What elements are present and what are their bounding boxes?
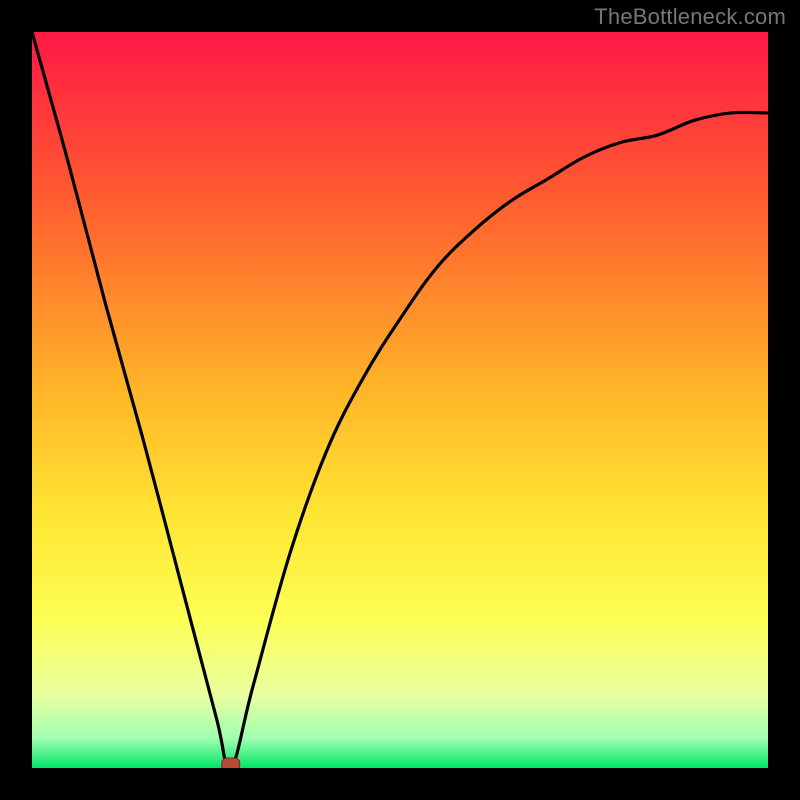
min-marker — [222, 758, 240, 768]
watermark-text: TheBottleneck.com — [594, 4, 786, 30]
gradient-background — [32, 32, 768, 768]
plot-area — [32, 32, 768, 768]
bottleneck-chart — [32, 32, 768, 768]
chart-frame: TheBottleneck.com — [0, 0, 800, 800]
